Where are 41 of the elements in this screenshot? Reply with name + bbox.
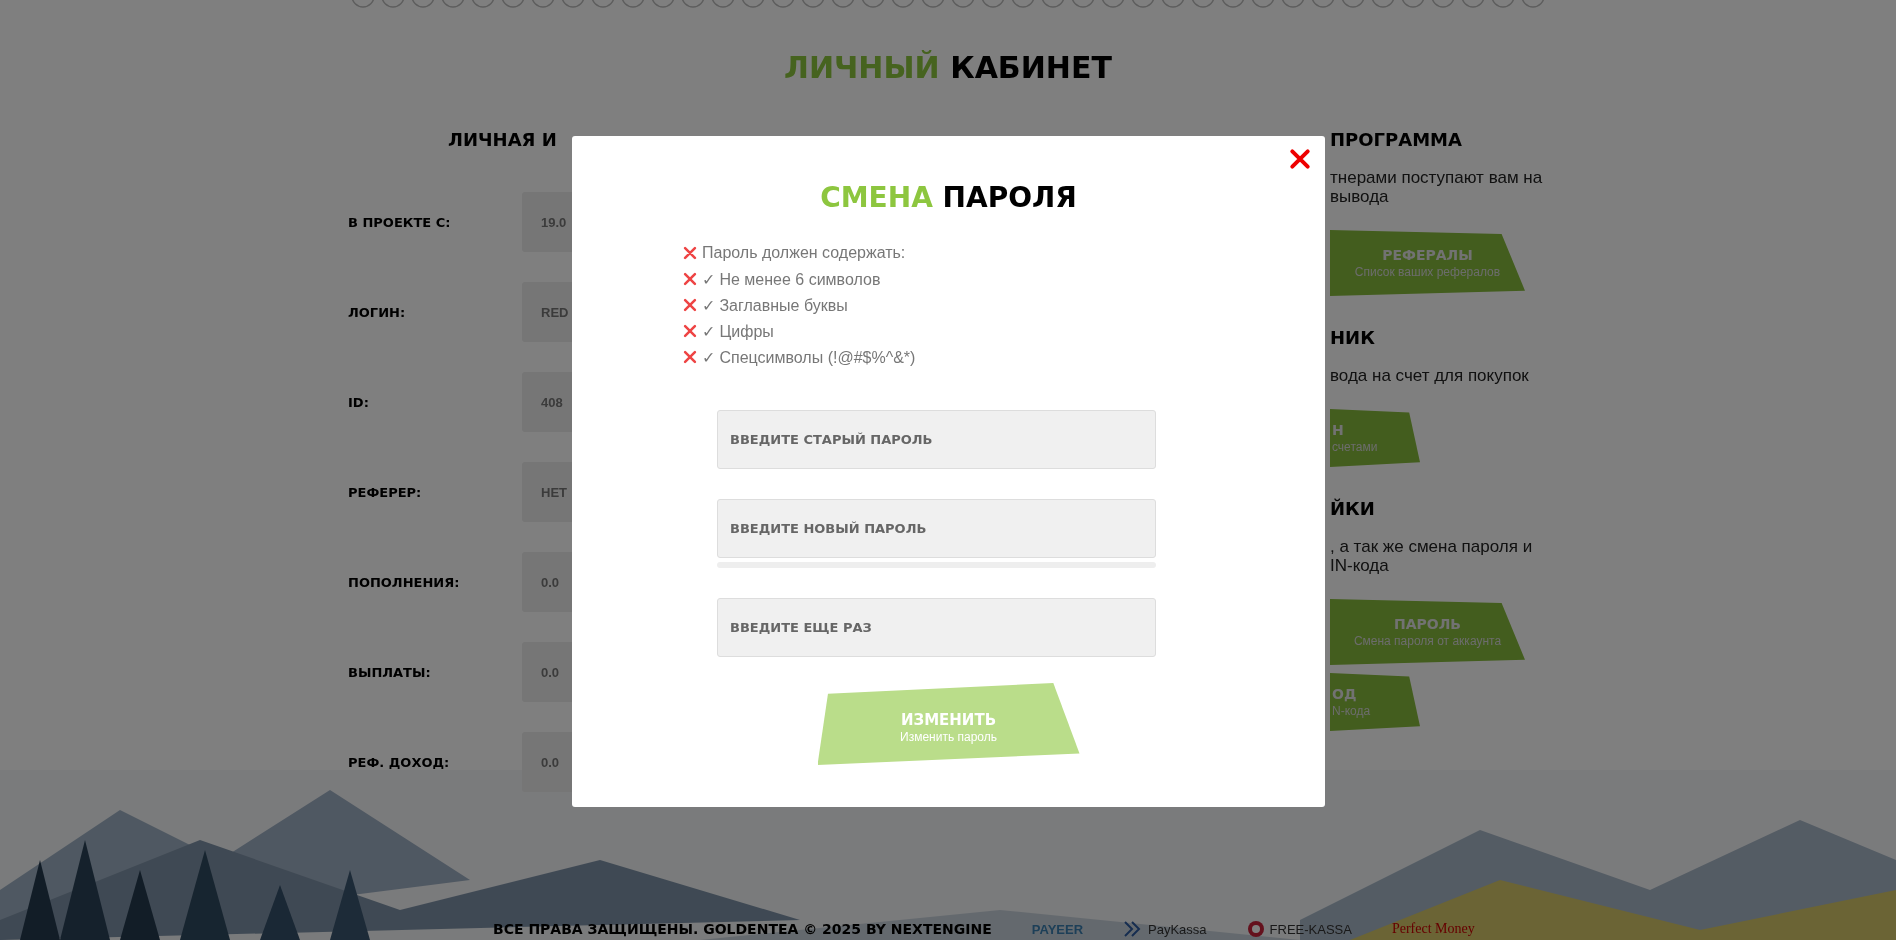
payment-logo-text: PayKassa bbox=[1148, 921, 1207, 937]
cross-icon bbox=[683, 246, 697, 260]
info-label: В ПРОЕКТЕ С: bbox=[348, 214, 452, 230]
copyright-text: ВСЕ ПРАВА ЗАЩИЩЕНЫ. GOLDENTEA © 2025 BY NEXTENGINE bbox=[493, 921, 992, 937]
section-text: тнерами поступают вам на bbox=[1330, 168, 1543, 187]
info-label: ЛОГИН: bbox=[348, 304, 407, 320]
requirement-text: ✓ Спецсимволы (!@#$%^&*) bbox=[702, 347, 916, 367]
password-field[interactable]: ВВЕДИТЕ НОВЫЙ ПАРОЛЬ bbox=[717, 499, 1156, 558]
action-button[interactable]: ПАРОЛЬ Смена пароля от аккаунта bbox=[1330, 599, 1525, 665]
info-label: ВЫПЛАТЫ: bbox=[348, 664, 432, 680]
section-title: ЛИЧНАЯ И bbox=[447, 128, 557, 152]
cross-icon bbox=[683, 298, 697, 312]
requirement-text: ✓ Заглавные буквы bbox=[702, 295, 848, 315]
close-button[interactable] bbox=[1289, 148, 1311, 170]
cross-icon bbox=[683, 324, 697, 338]
rosette-icon bbox=[1246, 920, 1265, 938]
info-label: РЕФ. ДОХОД: bbox=[348, 754, 451, 770]
section-title: НИК bbox=[1330, 326, 1376, 350]
section-text: IN-кода bbox=[1330, 556, 1390, 575]
payment-logo-text: FREE-KASSA bbox=[1269, 921, 1352, 937]
action-button[interactable]: ОД N-кода bbox=[1330, 673, 1420, 731]
action-button[interactable]: РЕФЕРАЛЫ Список ваших рефералов bbox=[1330, 230, 1525, 296]
payment-logo-text: Perfect Money bbox=[1391, 921, 1475, 937]
password-field[interactable]: ВВЕДИТЕ ЕЩЕ РАЗ bbox=[717, 598, 1156, 657]
requirement-text: ✓ Цифры bbox=[702, 321, 774, 341]
cross-icon bbox=[683, 350, 697, 364]
cross-icon bbox=[683, 272, 697, 286]
submit-button[interactable]: ИЗМЕНИТЬ Изменить пароль bbox=[817, 683, 1080, 765]
info-label: ПОПОЛНЕНИЯ: bbox=[348, 574, 461, 590]
info-label: РЕФЕРЕР: bbox=[348, 484, 423, 500]
close-icon bbox=[1289, 148, 1311, 170]
section-title: ЙКИ bbox=[1330, 497, 1376, 521]
password-field[interactable]: ВВЕДИТЕ СТАРЫЙ ПАРОЛЬ bbox=[717, 410, 1156, 469]
section-text: вывода bbox=[1330, 187, 1390, 206]
payment-logo-text: PAYEER bbox=[1031, 921, 1084, 937]
page-title: ЛИЧНЫЙ КАБИНЕТ bbox=[783, 49, 1113, 87]
section-title: ПРОГРАММА bbox=[1330, 128, 1463, 152]
section-text: вода на счет для покупок bbox=[1330, 366, 1530, 385]
section-text: , а так же смена пароля и bbox=[1330, 537, 1534, 556]
info-label: ID: bbox=[348, 394, 370, 410]
action-button[interactable]: Н счетами bbox=[1330, 409, 1420, 467]
